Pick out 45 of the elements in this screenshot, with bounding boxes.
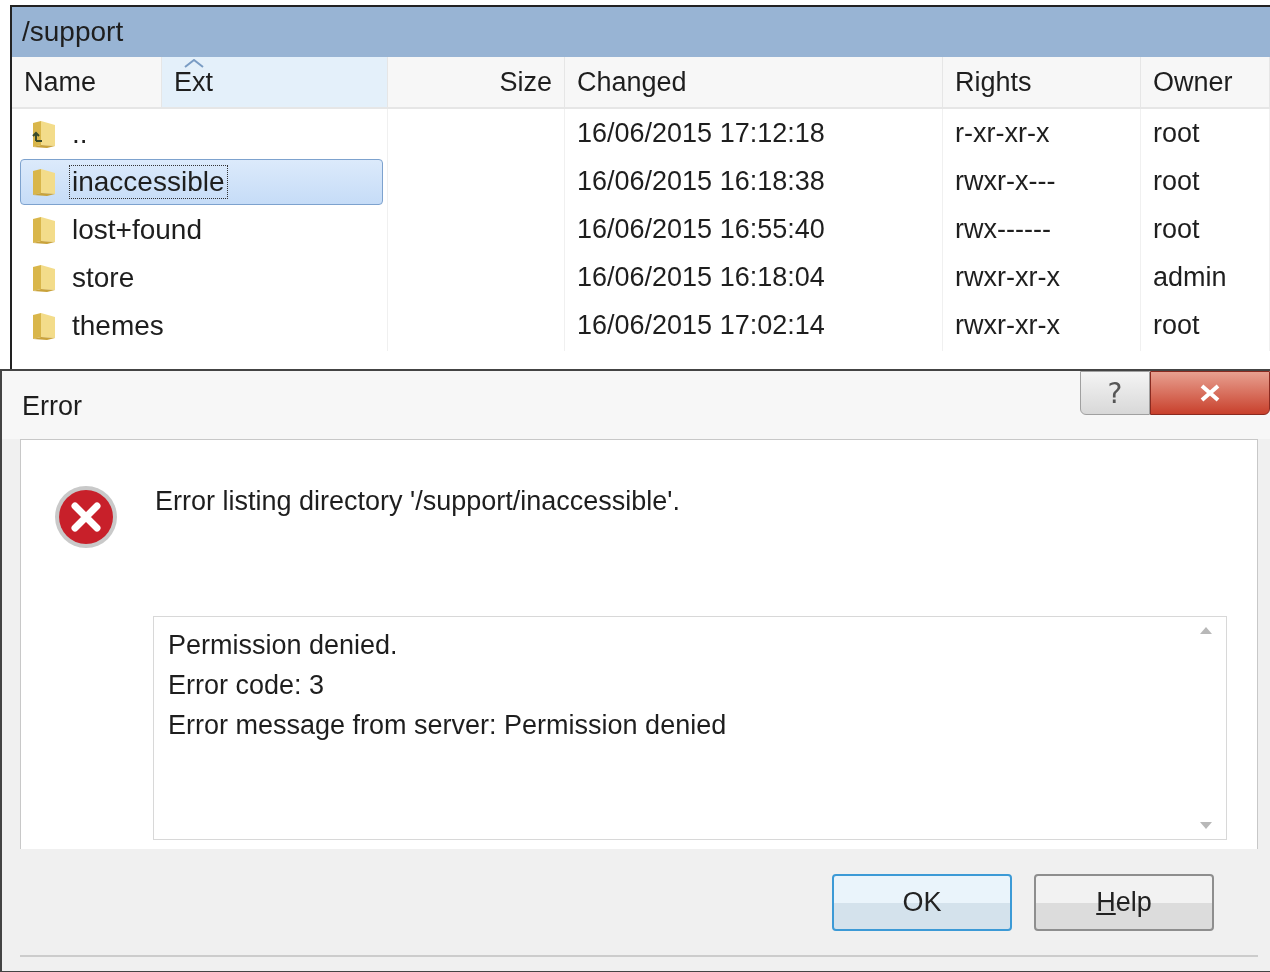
modified-date: 16/06/2015 17:12:18 bbox=[565, 109, 943, 159]
help-button[interactable]: ? bbox=[1080, 371, 1150, 415]
modified-date: 16/06/2015 16:55:40 bbox=[565, 205, 943, 255]
close-button[interactable] bbox=[1150, 371, 1270, 415]
file-row[interactable]: store bbox=[20, 255, 383, 301]
close-icon bbox=[1199, 384, 1221, 402]
file-name: store bbox=[71, 261, 136, 295]
path-bar: /support bbox=[12, 7, 1270, 57]
file-row[interactable]: lost+found bbox=[20, 207, 383, 253]
file-name: .. bbox=[71, 117, 89, 151]
file-row[interactable]: .. bbox=[20, 111, 383, 157]
error-icon bbox=[53, 484, 119, 550]
modified-date: 16/06/2015 16:18:38 bbox=[565, 157, 943, 207]
dialog-button[interactable]: OK bbox=[832, 873, 1012, 931]
modified-date: 16/06/2015 16:18:04 bbox=[565, 253, 943, 303]
column-header[interactable]: Ext bbox=[162, 57, 388, 107]
error-message: Error listing directory '/support/inaccessible'. bbox=[155, 486, 680, 517]
owner: root bbox=[1141, 157, 1270, 207]
owner: root bbox=[1141, 301, 1270, 351]
column-header[interactable]: Changed bbox=[565, 57, 943, 107]
file-name: lost+found bbox=[71, 213, 203, 247]
owner: root bbox=[1141, 205, 1270, 255]
modified-date: 16/06/2015 17:02:14 bbox=[565, 301, 943, 351]
file-row[interactable]: inaccessible bbox=[20, 159, 383, 205]
details-box[interactable]: Permission denied. Error code: 3 Error message from server: Permission denied bbox=[153, 616, 1227, 840]
detail-line: Permission denied. bbox=[168, 629, 399, 662]
column-header[interactable]: Owner bbox=[1141, 57, 1270, 107]
file-row[interactable]: themes bbox=[20, 303, 383, 349]
detail-line: Error message from server: Permission denied bbox=[168, 709, 728, 742]
owner: root bbox=[1141, 109, 1270, 159]
column-header[interactable]: Rights bbox=[943, 57, 1141, 107]
owner: admin bbox=[1141, 253, 1270, 303]
permissions: r-xr-xr-x bbox=[943, 109, 1141, 159]
detail-line: Error code: 3 bbox=[168, 669, 326, 702]
dialog-title: Error bbox=[22, 391, 82, 422]
scroll-down-icon[interactable] bbox=[1198, 821, 1214, 831]
permissions: rwx------ bbox=[943, 205, 1141, 255]
dialog-button[interactable]: Help bbox=[1034, 873, 1214, 931]
scroll-up-icon[interactable] bbox=[1198, 625, 1214, 635]
file-name: themes bbox=[71, 309, 165, 343]
permissions: rwxr-x--- bbox=[943, 157, 1141, 207]
column-header[interactable]: Size bbox=[388, 57, 565, 107]
permissions: rwxr-xr-x bbox=[943, 301, 1141, 351]
permissions: rwxr-xr-x bbox=[943, 253, 1141, 303]
file-name: inaccessible bbox=[69, 165, 228, 199]
